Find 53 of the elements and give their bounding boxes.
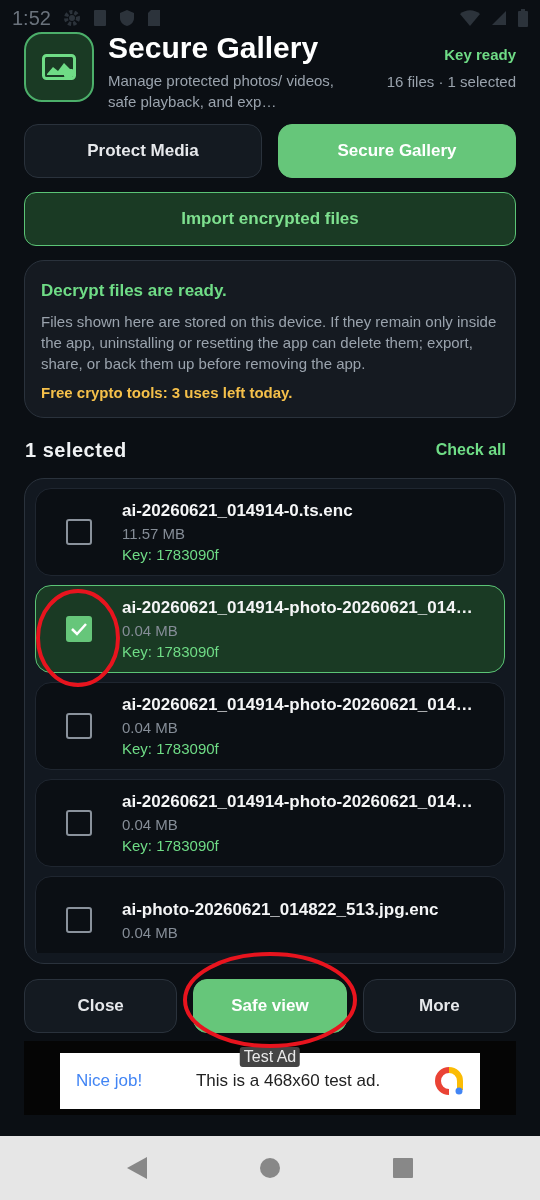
file-item[interactable]: ai-20260621_014914-0.ts.enc 11.57 MB Key: 1783090f [35, 488, 505, 576]
file-item[interactable]: ai-20260621_014914-photo-20260621_014… 0.04 MB Key: 1783090f [35, 585, 505, 673]
app-subtitle: Manage protected photos/ videos, safe playback, and exp… [108, 71, 335, 112]
file-item[interactable]: ai-photo-20260621_014822_513.jpg.enc 0.04 MB [35, 876, 505, 953]
file-key: Key: 1783090f [122, 837, 473, 854]
tab[interactable]: Protect Media [24, 124, 262, 178]
shield-icon [118, 9, 135, 27]
checkbox[interactable] [66, 519, 92, 545]
action-button[interactable]: Close [24, 979, 178, 1033]
file-size: 0.04 MB [122, 719, 179, 736]
selection-count: 1 selected [25, 438, 127, 462]
file-size: 0.04 MB [122, 816, 179, 833]
file-size: 11.57 MB [122, 525, 187, 542]
back-icon[interactable] [126, 1157, 147, 1179]
home-icon[interactable] [260, 1158, 280, 1178]
wifi-icon [460, 10, 480, 26]
recents-icon[interactable] [393, 1158, 414, 1178]
status-time: 1:52 [12, 6, 51, 30]
file-size: 0.04 MB [122, 923, 179, 941]
check-icon [70, 622, 88, 636]
check-all-button[interactable]: Check all [435, 441, 506, 459]
checkbox[interactable] [66, 713, 92, 739]
app-icon [24, 32, 94, 102]
app-title: Secure Gallery [108, 30, 320, 66]
file-key: Key: 1783090f [122, 740, 473, 757]
signal-icon [492, 11, 506, 25]
action-button[interactable]: More [362, 979, 516, 1033]
ad-logo-icon [434, 1066, 464, 1096]
file-item[interactable]: ai-20260621_014914-photo-20260621_014… 0.04 MB Key: 1783090f [35, 779, 505, 867]
usage-warning: Free crypto tools: 3 uses left today. [41, 384, 294, 401]
checkbox[interactable] [66, 810, 92, 836]
file-key: Key: 1783090f [122, 546, 353, 563]
sd-card-icon [146, 9, 161, 27]
file-item[interactable]: ai-20260621_014914-photo-20260621_014… 0.04 MB Key: 1783090f [35, 682, 505, 770]
ad-headline: Nice job! [76, 1071, 143, 1091]
ad-text: This is a 468x60 test ad. [194, 1071, 382, 1091]
file-key: Key: 1783090f [122, 643, 473, 660]
notice-title: Decrypt files are ready. [41, 281, 228, 301]
notice-text: Files shown here are stored on this device. If they remain only inside the app, uninstalling or resetting the app can delete them; export, share, or back them up before removing the app. [41, 312, 498, 374]
key-status: Key ready [444, 46, 516, 63]
checkbox[interactable] [66, 616, 92, 642]
file-name: ai-photo-20260621_014822_513.jpg.enc [122, 899, 439, 920]
ad-label: Test Ad [239, 1047, 301, 1067]
file-name: ai-20260621_014914-photo-20260621_014… [122, 792, 473, 812]
file-summary: 16 files · 1 selected [386, 73, 516, 90]
battery-icon [518, 9, 528, 27]
file-name: ai-20260621_014914-0.ts.enc [122, 501, 353, 521]
gear-icon [62, 9, 81, 27]
file-name: ai-20260621_014914-photo-20260621_014… [122, 598, 473, 618]
file-size: 0.04 MB [122, 622, 179, 639]
file-name: ai-20260621_014914-photo-20260621_014… [122, 695, 473, 715]
import-button[interactable]: Import encrypted files [24, 192, 516, 246]
checkbox[interactable] [66, 907, 92, 933]
